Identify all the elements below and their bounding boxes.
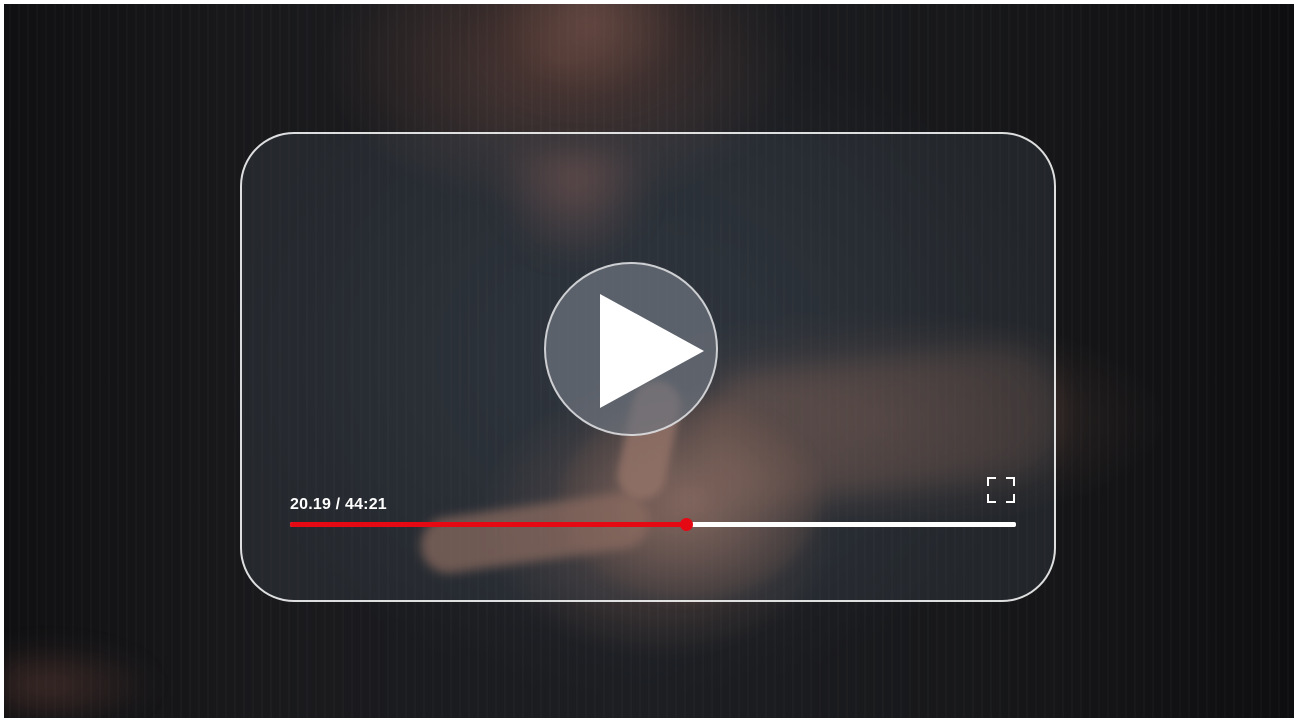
video-player: 20.19 / 44:21 <box>240 132 1056 602</box>
progress-played <box>290 522 686 527</box>
background-photo: 20.19 / 44:21 <box>0 0 1298 722</box>
time-display: 20.19 / 44:21 <box>290 496 387 513</box>
fullscreen-button[interactable] <box>986 476 1016 504</box>
fullscreen-icon <box>987 477 1015 503</box>
play-button[interactable] <box>544 262 718 436</box>
progress-bar[interactable] <box>290 518 1016 531</box>
foreground-shape <box>0 640 160 722</box>
progress-scrubber-handle[interactable] <box>679 518 693 531</box>
play-icon <box>600 294 704 408</box>
